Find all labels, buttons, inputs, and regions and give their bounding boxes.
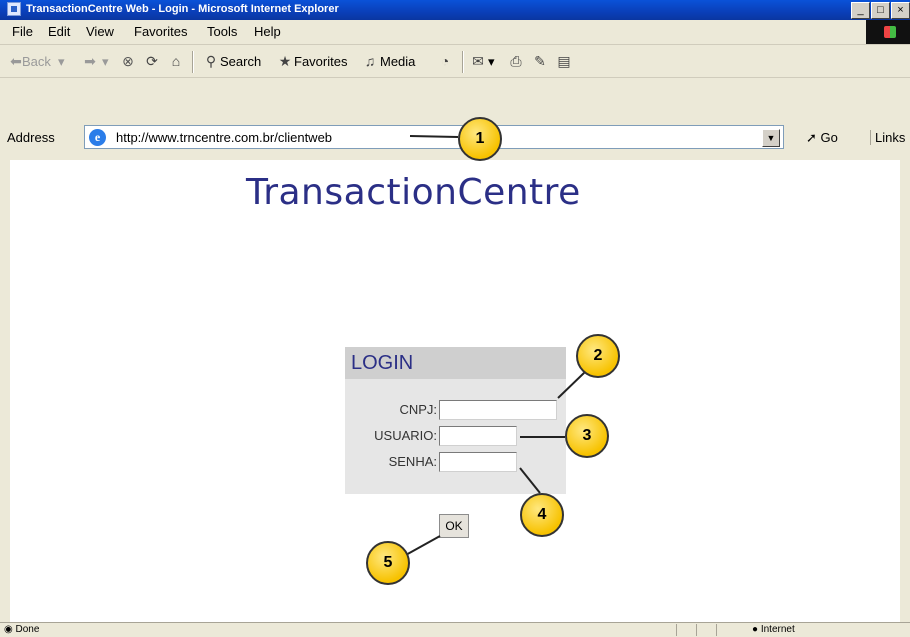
history-icon[interactable]: ◔ [437, 53, 453, 69]
links-button[interactable]: Links [870, 130, 905, 145]
browser-window: TransactionCentre Web - Login - Microsof… [0, 0, 910, 637]
cnpj-input[interactable] [439, 400, 557, 420]
menu-help[interactable]: Help [254, 24, 281, 39]
minimize-button[interactable]: _ [851, 2, 870, 19]
forward-arrow-icon[interactable]: ➡ [82, 53, 98, 69]
favorites-icon[interactable]: ★ [277, 53, 293, 69]
menu-tools[interactable]: Tools [207, 24, 237, 39]
usuario-label: USUARIO: [374, 428, 437, 443]
menu-edit[interactable]: Edit [48, 24, 70, 39]
home-icon[interactable]: ⌂ [168, 53, 184, 69]
menu-file[interactable]: File [12, 24, 33, 39]
status-text: ◉ Done [4, 624, 39, 635]
maximize-button[interactable]: □ [871, 2, 890, 19]
cnpj-label: CNPJ: [399, 402, 437, 417]
status-zone-label: Internet [760, 624, 795, 635]
edit-icon[interactable]: ✎ [532, 53, 548, 69]
favorites-button[interactable]: Favorites [294, 54, 347, 69]
toolbar-separator [462, 51, 464, 73]
title-bar: TransactionCentre Web - Login - Microsof… [0, 0, 910, 20]
callout-2: 2 [576, 334, 620, 378]
stop-icon[interactable]: ⊗ [120, 53, 136, 69]
media-icon[interactable]: ♫ [362, 53, 378, 69]
close-button[interactable]: × [891, 2, 910, 19]
status-cell [676, 624, 691, 636]
senha-label: SENHA: [388, 454, 437, 469]
usuario-input[interactable] [439, 426, 517, 446]
toolbar-separator [192, 51, 194, 73]
mail-icon[interactable]: ✉ [470, 53, 486, 69]
callout-4: 4 [520, 493, 564, 537]
ie-page-icon [7, 2, 21, 16]
go-button[interactable]: ➚ Go [806, 130, 838, 146]
print-icon[interactable]: ⎙ [508, 53, 524, 69]
status-cell [696, 624, 711, 636]
login-title: LOGIN [351, 352, 414, 374]
globe-icon: ● [752, 624, 759, 635]
vertical-scrollbar[interactable] [900, 160, 910, 622]
menu-favorites[interactable]: Favorites [134, 24, 187, 39]
forward-dropdown-icon[interactable]: ▾ [102, 54, 109, 70]
mail-dropdown-icon[interactable]: ▾ [488, 54, 495, 70]
go-arrow-icon: ➚ [806, 130, 817, 145]
media-button[interactable]: Media [380, 54, 415, 69]
refresh-icon[interactable]: ⟳ [144, 53, 160, 69]
window-title: TransactionCentre Web - Login - Microsof… [26, 3, 339, 15]
ok-button[interactable]: OK [439, 514, 469, 538]
search-button[interactable]: Search [220, 54, 261, 69]
toolbar: ⬅ Back ▾ ➡ ▾ ⊗ ⟳ ⌂ ⚲ Search ★ Favorites … [0, 45, 910, 78]
ie-icon: e [89, 129, 106, 146]
status-done: Done [15, 624, 40, 635]
back-button[interactable]: Back [22, 54, 51, 69]
address-url[interactable]: http://www.trncentre.com.br/clientweb [116, 130, 332, 145]
address-dropdown-icon[interactable]: ▼ [762, 129, 780, 147]
search-icon[interactable]: ⚲ [203, 53, 219, 69]
status-zone: ● Internet [752, 624, 795, 635]
callout-1: 1 [458, 117, 502, 161]
menu-bar: File Edit View Favorites Tools Help [0, 20, 910, 45]
status-cell [716, 624, 731, 636]
address-label: Address [7, 130, 55, 145]
status-bar: ◉ Done ● Internet [0, 622, 910, 637]
callout-5: 5 [366, 541, 410, 585]
go-label: Go [820, 130, 838, 145]
windows-logo-icon [866, 20, 910, 44]
senha-input[interactable] [439, 452, 517, 472]
address-field[interactable]: e http://www.trncentre.com.br/clientweb [84, 125, 784, 149]
ie-status-icon: ◉ [4, 624, 13, 635]
discuss-icon[interactable]: ▤ [556, 53, 572, 69]
callout-3: 3 [565, 414, 609, 458]
site-title: TransactionCentre [246, 172, 581, 213]
menu-view[interactable]: View [86, 24, 114, 39]
back-dropdown-icon[interactable]: ▾ [58, 54, 65, 70]
